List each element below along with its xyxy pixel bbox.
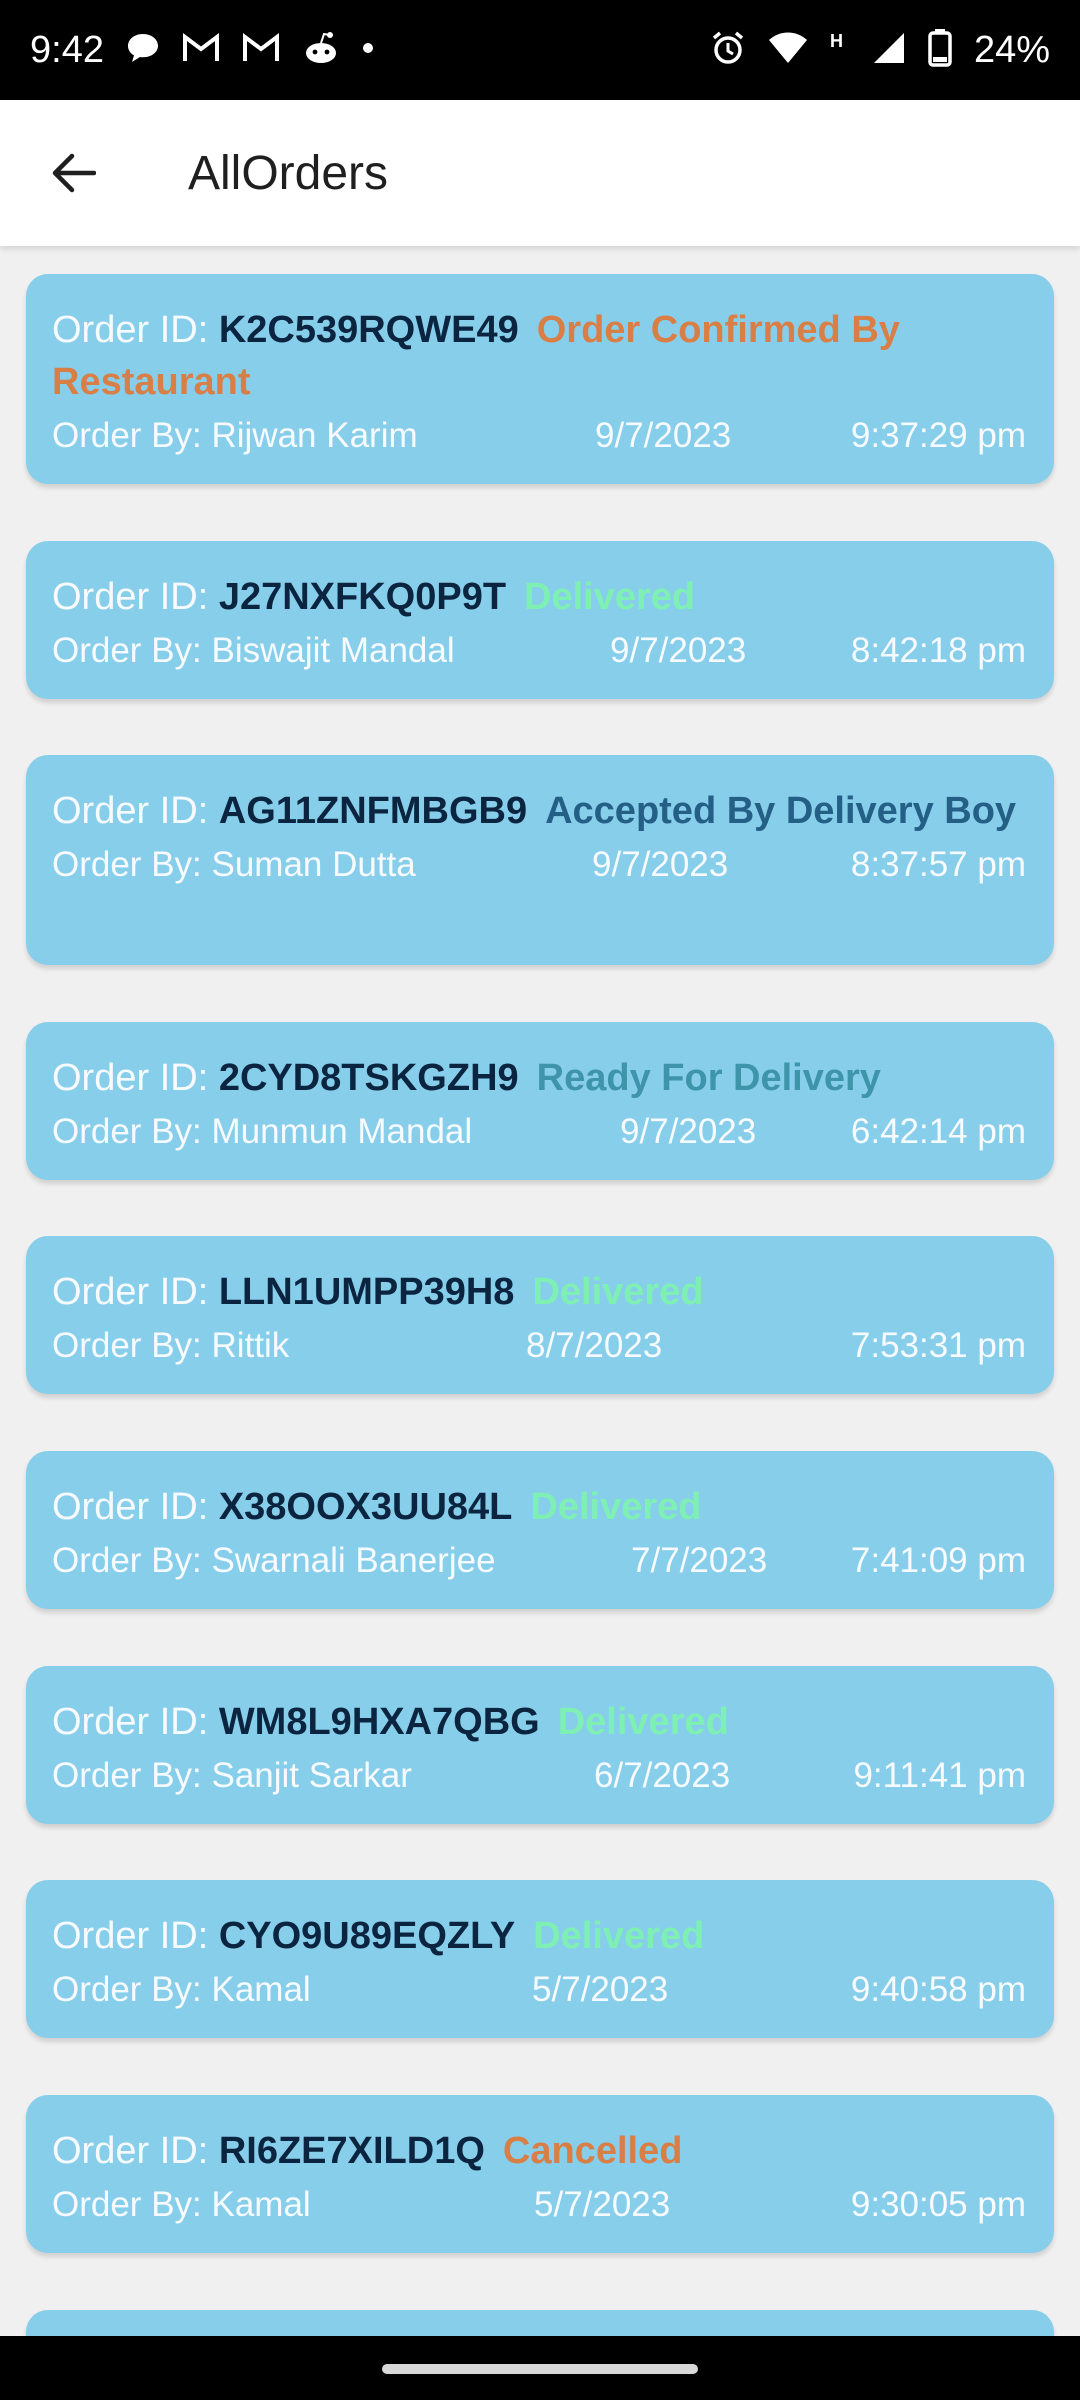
order-by-label: Order By: (52, 845, 212, 884)
order-by-label: Order By: (52, 1970, 212, 2009)
order-date: 9/7/2023 (592, 845, 729, 884)
gmail-icon (242, 32, 280, 68)
order-id-label: Order ID: (52, 790, 219, 832)
orders-list[interactable]: Order ID: K2C539RQWE49 Order Confirmed By… (0, 246, 1080, 2336)
order-id-label: Order ID: (52, 1271, 219, 1313)
order-by-name: Biswajit Mandal (211, 631, 455, 670)
order-time: 9:40:58 pm (850, 1970, 1026, 2009)
order-id-label: Order ID: (52, 576, 219, 618)
home-gesture-handle[interactable] (382, 2364, 698, 2374)
order-status: Delivered (524, 576, 696, 618)
order-card[interactable]: Order ID: J27NXFKQ0P9T Delivered Order By… (26, 541, 1054, 699)
order-by-label: Order By: (52, 416, 212, 455)
status-time: 9:42 (30, 28, 104, 71)
order-id-label: Order ID: (52, 1915, 219, 1957)
order-time: 9:11:41 pm (853, 1756, 1026, 1795)
order-id: 2CYD8TSKGZH9 (218, 1057, 519, 1099)
order-card[interactable]: Order ID: WM8L9HXA7QBG Delivered Order By… (26, 1666, 1054, 1824)
order-time: 6:42:14 pm (850, 1112, 1026, 1151)
order-by-name: Suman Dutta (211, 845, 416, 884)
order-date: 8/7/2023 (526, 1326, 663, 1365)
reddit-icon (302, 31, 340, 70)
order-by-name: Kamal (211, 2185, 311, 2224)
order-status: Accepted By Delivery Boy (545, 790, 1017, 832)
gmail-icon (182, 32, 220, 68)
order-date: 5/7/2023 (534, 2185, 671, 2224)
order-by-label: Order By: (52, 2185, 212, 2224)
order-time: 9:37:29 pm (850, 416, 1026, 455)
order-id: WM8L9HXA7QBG (218, 1701, 540, 1743)
order-id: RI6ZE7XILD1Q (218, 2130, 485, 2172)
order-card[interactable]: Order ID: CYO9U89EQZLY Delivered Order By… (26, 1880, 1054, 2038)
order-status: Delivered (530, 1486, 702, 1528)
order-status: Delivered (532, 1271, 704, 1313)
order-by-name: Rijwan Karim (211, 416, 418, 455)
battery-percent: 24% (973, 28, 1050, 71)
order-time: 9:30:05 pm (850, 2185, 1026, 2224)
order-date: 9/7/2023 (595, 416, 732, 455)
order-id-label: Order ID: (52, 309, 219, 351)
order-date: 5/7/2023 (532, 1970, 669, 2009)
order-time: 7:41:09 pm (850, 1541, 1026, 1580)
order-status: Ready For Delivery (536, 1057, 881, 1099)
order-time: 8:37:57 pm (850, 845, 1026, 884)
order-card[interactable]: Order ID: K2C539RQWE49 Order Confirmed By… (26, 274, 1054, 484)
order-date: 6/7/2023 (594, 1756, 731, 1795)
chat-bubble-icon (126, 32, 160, 69)
page-title: AllOrders (188, 146, 389, 200)
order-card[interactable]: Order ID: X38OOX3UU84L Delivered Order By… (26, 1451, 1054, 1609)
order-by-label: Order By: (52, 1326, 212, 1365)
battery-icon (928, 28, 952, 72)
order-id: J27NXFKQ0P9T (218, 576, 507, 618)
svg-text:H: H (830, 31, 843, 51)
order-card[interactable]: Order ID: RI6ZE7XILD1Q Cancelled Order By… (26, 2095, 1054, 2253)
order-id: K2C539RQWE49 (218, 309, 519, 351)
order-id: X38OOX3UU84L (218, 1486, 513, 1528)
order-status: Delivered (557, 1701, 729, 1743)
dot-icon (362, 41, 374, 59)
status-bar: 9:42 H 24% (0, 0, 1080, 100)
order-by-label: Order By: (52, 1756, 212, 1795)
order-card-partial[interactable] (26, 2310, 1054, 2336)
order-by-name: Swarnali Banerjee (211, 1541, 496, 1580)
back-button[interactable] (28, 128, 118, 218)
wifi-icon (768, 31, 808, 70)
signal-icon (872, 31, 906, 70)
order-id: CYO9U89EQZLY (218, 1915, 516, 1957)
order-by-label: Order By: (52, 1112, 212, 1151)
order-by-name: Rittik (211, 1326, 290, 1365)
order-status: Cancelled (502, 2130, 683, 2172)
order-by-name: Kamal (211, 1970, 311, 2009)
order-time: 8:42:18 pm (850, 631, 1026, 670)
order-by-label: Order By: (52, 1541, 212, 1580)
order-date: 9/7/2023 (620, 1112, 757, 1151)
order-time: 7:53:31 pm (850, 1326, 1026, 1365)
order-id: LLN1UMPP39H8 (218, 1271, 515, 1313)
order-id-label: Order ID: (52, 1057, 219, 1099)
order-id-label: Order ID: (52, 1701, 219, 1743)
order-by-label: Order By: (52, 631, 212, 670)
order-card[interactable]: Order ID: AG11ZNFMBGB9 Accepted By Delive… (26, 755, 1054, 965)
order-by-name: Munmun Mandal (211, 1112, 473, 1151)
arrow-left-icon (52, 153, 96, 193)
order-id-label: Order ID: (52, 2130, 219, 2172)
h-network-icon: H (830, 31, 850, 70)
order-card[interactable]: Order ID: 2CYD8TSKGZH9 Ready For Delivery… (26, 1022, 1054, 1180)
order-by-name: Sanjit Sarkar (211, 1756, 412, 1795)
order-date: 7/7/2023 (631, 1541, 768, 1580)
order-card[interactable]: Order ID: LLN1UMPP39H8 Delivered Order By… (26, 1236, 1054, 1394)
alarm-icon (710, 30, 746, 71)
order-id: AG11ZNFMBGB9 (218, 790, 528, 832)
app-bar: AllOrders (0, 100, 1080, 246)
order-status: Delivered (533, 1915, 705, 1957)
order-id-label: Order ID: (52, 1486, 219, 1528)
order-date: 9/7/2023 (610, 631, 747, 670)
